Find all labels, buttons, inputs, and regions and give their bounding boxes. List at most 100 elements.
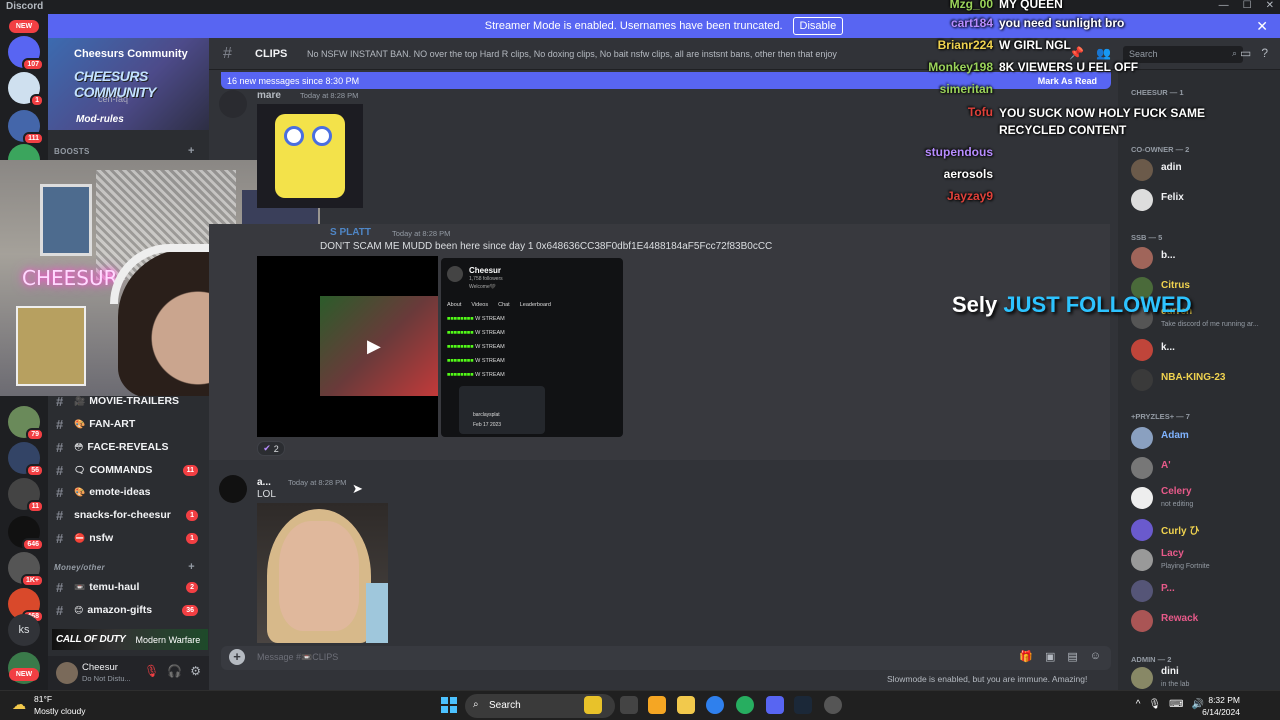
sticker-icon[interactable]: ▤ bbox=[1067, 650, 1077, 663]
member-item[interactable]: A' bbox=[1131, 455, 1271, 481]
headphones-icon[interactable]: 🎧 bbox=[167, 664, 182, 678]
minimize-icon[interactable]: — bbox=[1219, 0, 1229, 11]
channel-commands[interactable]: # 🗨 COMMANDS 11 bbox=[56, 460, 206, 480]
video-embed[interactable]: ▶ bbox=[257, 256, 438, 437]
new-messages-text: 16 new messages since 8:30 PM bbox=[227, 76, 360, 86]
obs-icon[interactable] bbox=[824, 696, 842, 714]
close-window-icon[interactable]: ✕ bbox=[1266, 0, 1274, 11]
server-icon-ks[interactable]: ks bbox=[8, 614, 40, 646]
message-composer[interactable]: + Message #📼CLIPS 🎁 ▣ ▤ ☺ bbox=[221, 646, 1111, 670]
close-banner-icon[interactable]: ✕ bbox=[1256, 18, 1268, 35]
member-item[interactable]: Rewack bbox=[1131, 608, 1271, 634]
category-money[interactable]: Money/other + bbox=[54, 561, 194, 573]
image-embed[interactable]: Cheesur 1,758 followers Welcome🖤 About V… bbox=[441, 258, 623, 437]
mark-as-read-button[interactable]: Mark As Read bbox=[1038, 76, 1097, 86]
member-group-header: Co-Owner — 2 bbox=[1131, 145, 1190, 154]
member-name: Rewack bbox=[1161, 613, 1199, 624]
mic-icon[interactable]: 🎙 bbox=[1148, 699, 1161, 710]
embed-tab: Chat bbox=[498, 302, 510, 308]
maximize-icon[interactable]: ☐ bbox=[1243, 0, 1252, 11]
add-channel-icon[interactable]: + bbox=[188, 561, 195, 573]
start-button[interactable] bbox=[441, 697, 457, 713]
channel-face-reveals[interactable]: # 😳 FACE-REVEALS bbox=[56, 437, 206, 457]
avatar[interactable] bbox=[219, 475, 247, 503]
member-item[interactable]: b... bbox=[1131, 245, 1271, 271]
members-icon[interactable]: 👥 bbox=[1096, 46, 1111, 60]
member-item[interactable]: P... bbox=[1131, 578, 1271, 604]
member-item[interactable]: Celery not editing bbox=[1131, 485, 1271, 511]
server-icon[interactable]: 1 bbox=[8, 72, 44, 107]
avatar bbox=[1131, 369, 1153, 391]
server-icon[interactable]: 11 bbox=[8, 478, 44, 513]
message-image[interactable] bbox=[257, 104, 363, 208]
help-icon[interactable]: ? bbox=[1261, 46, 1268, 60]
search-input[interactable]: Search ⌕ bbox=[1123, 46, 1243, 63]
message-input[interactable]: Message #📼CLIPS bbox=[257, 652, 338, 663]
channel-emote-ideas[interactable]: # 🎨 emote-ideas bbox=[56, 482, 206, 502]
network-icon[interactable]: ⌨ bbox=[1169, 699, 1183, 710]
channel-amazon-gifts[interactable]: # 😊 amazon-gifts 36 bbox=[56, 600, 206, 620]
emoji-icon[interactable]: ☺ bbox=[1090, 650, 1101, 663]
steam-icon[interactable] bbox=[794, 696, 812, 714]
channel-mod-rules[interactable]: Mod-rules bbox=[76, 114, 124, 125]
message-author[interactable]: a... bbox=[257, 477, 271, 488]
channel-snacks-for-cheesur[interactable]: # snacks-for-cheesur 1 bbox=[56, 505, 206, 525]
server-icon[interactable]: 646 bbox=[8, 516, 44, 551]
mute-icon[interactable]: 🎙 bbox=[144, 664, 159, 678]
member-item[interactable]: k... bbox=[1131, 337, 1271, 363]
server-icon[interactable]: 56 bbox=[8, 442, 44, 477]
member-item[interactable]: Curly ひ bbox=[1131, 517, 1271, 543]
folder-icon[interactable] bbox=[677, 696, 695, 714]
category-boosts[interactable]: BOOSTS + bbox=[54, 145, 194, 157]
member-name: NBA-KING-23 bbox=[1161, 372, 1226, 383]
weather-icon[interactable]: ☁ bbox=[12, 696, 26, 713]
stream-chat-username: Monkey198 bbox=[928, 60, 993, 74]
discord-icon[interactable] bbox=[766, 696, 784, 714]
avatar[interactable] bbox=[56, 662, 78, 684]
image-background bbox=[366, 583, 388, 643]
server-banner[interactable]: Cheesurs Community CHEESURS COMMUNITY ce… bbox=[48, 38, 209, 130]
avatar bbox=[1131, 519, 1153, 541]
stream-chat-username: Tofu bbox=[967, 105, 993, 119]
reaction-chip[interactable]: ✔ 2 bbox=[257, 441, 285, 456]
member-item[interactable]: adin bbox=[1131, 157, 1271, 183]
add-channel-icon[interactable]: + bbox=[188, 145, 195, 157]
hash-icon: # bbox=[56, 507, 64, 523]
message-author[interactable]: mare bbox=[257, 90, 281, 101]
server-icon[interactable]: 107 bbox=[8, 36, 44, 71]
member-item[interactable]: Adam bbox=[1131, 425, 1271, 451]
clock[interactable]: 8:32 PM 6/14/2024 bbox=[1202, 694, 1240, 718]
pin-icon[interactable]: 📌 bbox=[1069, 46, 1084, 60]
member-item[interactable]: Lacy Playing Fortnite bbox=[1131, 547, 1271, 573]
play-icon[interactable]: ▶ bbox=[367, 336, 381, 357]
add-attachment-icon[interactable]: + bbox=[229, 649, 245, 665]
game-activity-banner[interactable]: CALL OF DUTY Modern Warfare bbox=[52, 629, 208, 650]
channel-fan-art[interactable]: # 🎨 FAN-ART bbox=[56, 414, 206, 434]
chrome-icon[interactable] bbox=[706, 696, 724, 714]
inbox-icon[interactable]: ▭ bbox=[1240, 46, 1251, 60]
gif-icon[interactable]: ▣ bbox=[1045, 650, 1055, 663]
member-item[interactable]: dini in the lab bbox=[1131, 665, 1271, 691]
embed-chat-line: ■■■■■■■■ W STREAM bbox=[447, 316, 505, 322]
channel-nsfw[interactable]: # ⛔ nsfw 1 bbox=[56, 528, 206, 548]
app-icon[interactable] bbox=[648, 696, 666, 714]
server-icon[interactable]: 111 bbox=[8, 110, 44, 145]
channel-temu-haul[interactable]: # 📼 temu-haul 2 bbox=[56, 577, 206, 597]
file-explorer-icon[interactable] bbox=[620, 696, 638, 714]
channel-faq[interactable]: cen-faq bbox=[98, 94, 128, 104]
app-icon[interactable] bbox=[584, 696, 602, 714]
disable-streamer-mode-button[interactable]: Disable bbox=[792, 17, 844, 35]
embed-tab: About bbox=[447, 302, 462, 308]
server-icon[interactable]: 79 bbox=[8, 406, 44, 441]
tray-arrow-icon[interactable]: ^ bbox=[1136, 699, 1141, 710]
avatar[interactable] bbox=[219, 90, 247, 118]
server-icon[interactable]: 1K+ bbox=[8, 552, 44, 587]
settings-gear-icon[interactable]: ⚙ bbox=[190, 664, 201, 678]
message-author[interactable]: S PLATT bbox=[330, 227, 371, 238]
gift-icon[interactable]: 🎁 bbox=[1019, 650, 1033, 663]
message-image[interactable] bbox=[257, 503, 388, 643]
channel-topic[interactable]: No NSFW INSTANT BAN. NO over the top Har… bbox=[307, 49, 837, 59]
member-item[interactable]: NBA-KING-23 bbox=[1131, 367, 1271, 393]
member-item[interactable]: Felix bbox=[1131, 187, 1271, 213]
chrome-icon[interactable] bbox=[736, 696, 754, 714]
